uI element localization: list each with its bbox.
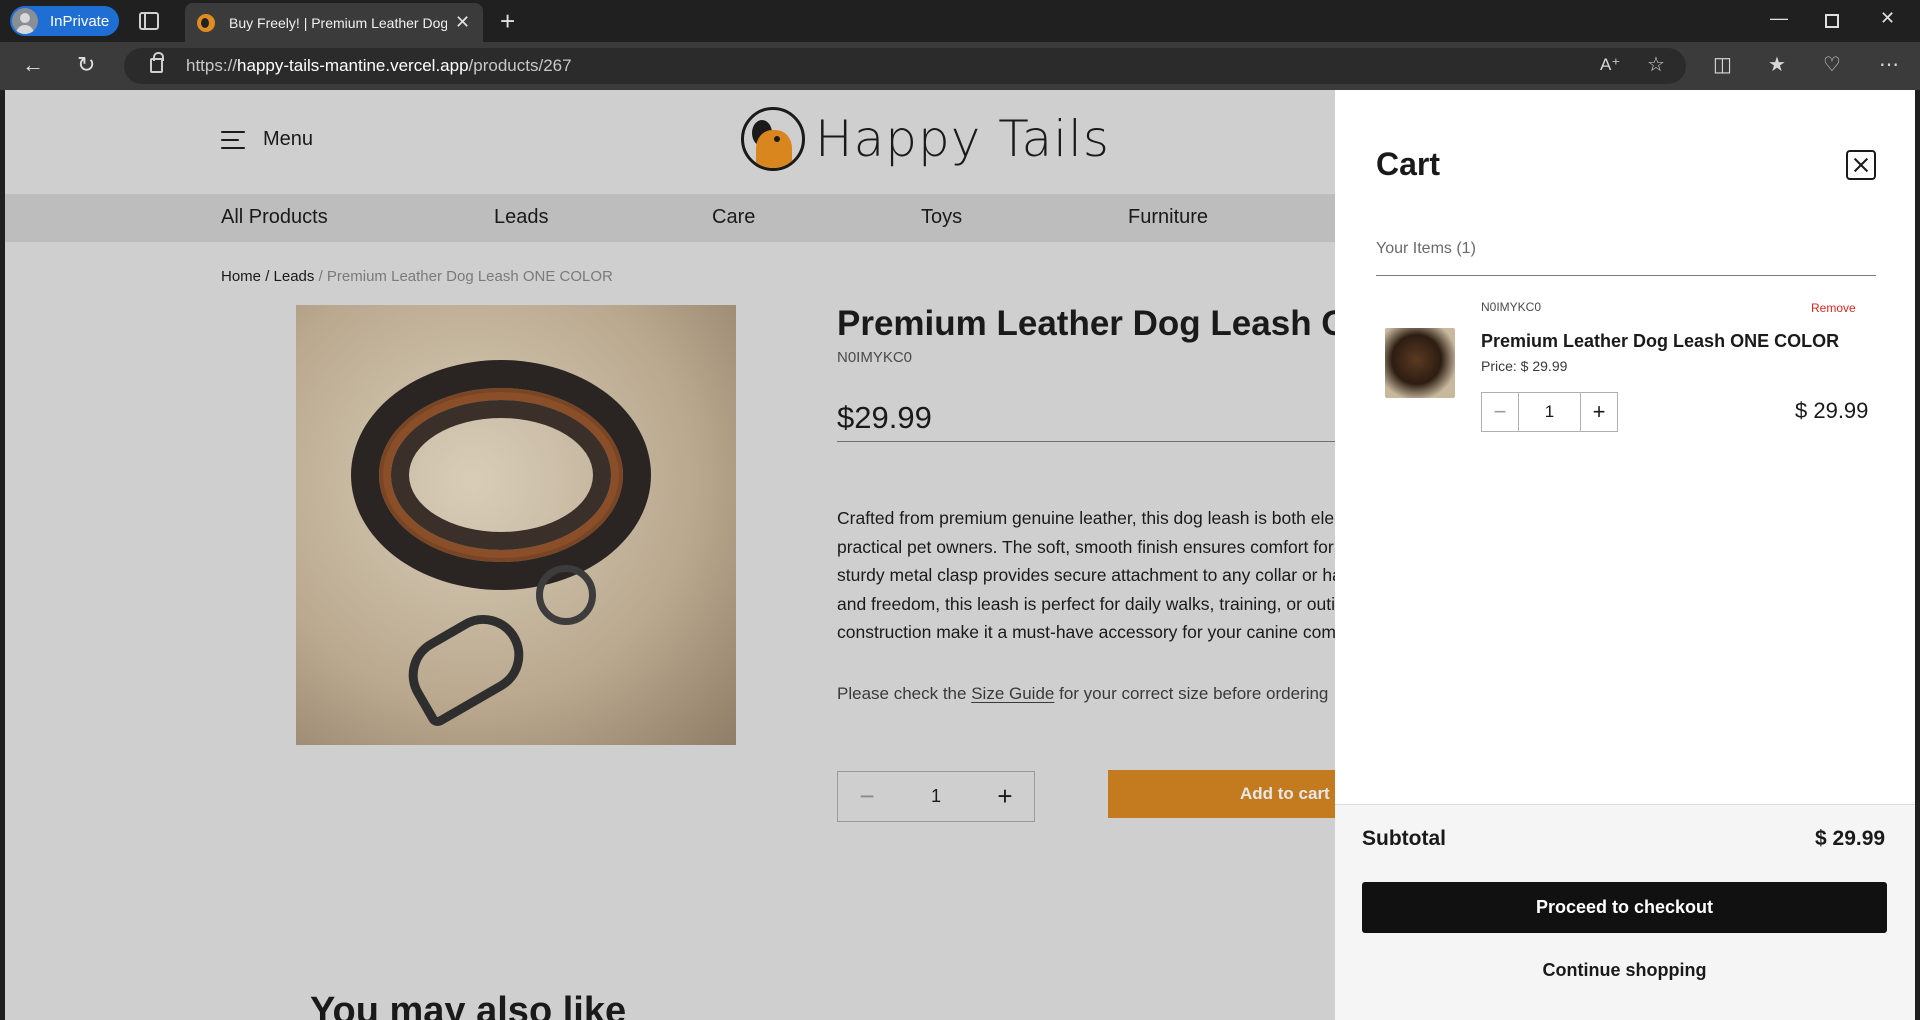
proceed-to-checkout-button[interactable]: Proceed to checkout [1362,882,1887,933]
nav-item-all-products[interactable]: All Products [221,206,328,229]
dog-logo-icon [741,107,805,171]
cart-decrease-button[interactable]: − [1482,393,1519,431]
product-price: $29.99 [837,400,932,435]
menu-button[interactable]: Menu [221,128,313,151]
cart-item-name[interactable]: Premium Leather Dog Leash ONE COLOR [1481,331,1839,352]
product-sku: N0IMYKC0 [837,349,913,366]
description-line: practical pet owners. The soft, smooth f… [837,536,1357,557]
cart-drawer: Cart Your Items (1) N0IMYKC0 Remove Prem… [1335,90,1915,1020]
description-line: sturdy metal clasp provides secure attac… [837,565,1357,585]
cart-item-thumbnail[interactable] [1385,328,1455,398]
nav-item-leads[interactable]: Leads [494,206,549,229]
size-guide-notice: Please check the Size Guide for your cor… [837,684,1328,704]
browser-tab-bar: InPrivate Buy Freely! | Premium Leather … [0,0,1920,42]
size-guide-suffix: for your correct size before ordering [1054,684,1329,703]
cart-quantity-value[interactable]: 1 [1519,393,1580,431]
cart-footer: Subtotal $ 29.99 Proceed to checkout Con… [1335,804,1915,1020]
quantity-value[interactable]: 1 [896,786,976,807]
breadcrumb-separator: / [318,268,323,285]
inprivate-label: InPrivate [50,12,110,30]
read-aloud-icon[interactable]: A​⁺ [1600,55,1620,75]
decrease-quantity-button[interactable]: − [838,781,896,812]
minimize-icon[interactable]: — [1770,8,1788,29]
close-icon[interactable] [1846,150,1876,180]
more-icon[interactable]: ⋯ [1879,52,1899,77]
favorites-icon[interactable]: ★ [1768,52,1786,77]
menu-label: Menu [263,128,314,150]
cart-title: Cart [1376,146,1441,182]
cart-item-total: $ 29.99 [1795,398,1869,423]
quantity-stepper: − 1 + [837,771,1035,822]
inprivate-badge[interactable]: InPrivate [10,6,119,36]
window-close-icon[interactable]: ✕ [1880,8,1895,29]
tab-title: Buy Freely! | Premium Leather Dog Leash … [229,14,447,31]
description-line: and freedom, this leash is perfect for d… [837,593,1357,614]
related-products-heading: You may also like [310,990,627,1020]
restore-icon[interactable] [1825,14,1839,28]
site-favicon-icon [197,13,215,32]
browser-address-bar: ← ↻ https://happy-tails-mantine.vercel.a… [0,42,1920,90]
star-icon[interactable]: ☆ [1647,52,1665,77]
lock-icon [150,52,164,73]
description-line: Crafted from premium genuine leather, th… [837,508,1357,528]
product-image[interactable] [296,305,736,745]
split-screen-icon[interactable]: ◫ [1713,52,1732,77]
size-guide-prefix: Please check the [837,684,972,703]
refresh-icon[interactable]: ↻ [77,52,95,78]
browser-tab-active[interactable]: Buy Freely! | Premium Leather Dog Leash … [185,3,483,42]
breadcrumb-leads[interactable]: Leads [274,268,315,285]
subtotal-label: Subtotal [1362,827,1446,850]
product-description: Crafted from premium genuine leather, th… [837,504,1357,647]
url-host: happy-tails-mantine.vercel.app [237,56,469,75]
description-line: construction make it a must-have accesso… [837,622,1357,642]
cart-item-count: Your Items (1) [1376,240,1476,257]
tab-close-icon[interactable]: ✕ [455,12,470,33]
increase-quantity-button[interactable]: + [976,781,1034,812]
cart-item-sku: N0IMYKC0 [1481,300,1542,314]
logo-text: Happy Tails [815,110,1110,168]
breadcrumb-current: Premium Leather Dog Leash ONE COLOR [326,268,613,285]
back-icon[interactable]: ← [22,52,44,78]
nav-item-care[interactable]: Care [712,206,755,229]
subtotal-value: $ 29.99 [1815,827,1886,850]
profile-avatar-icon [12,8,38,34]
remove-item-button[interactable]: Remove [1811,301,1856,315]
url-field[interactable]: https://happy-tails-mantine.vercel.app/p… [124,48,1686,84]
hamburger-icon [221,130,245,149]
cart-item-price: Price: $ 29.99 [1481,358,1568,374]
new-tab-button[interactable]: + [500,6,515,36]
nav-item-furniture[interactable]: Furniture [1128,206,1208,229]
cart-divider [1376,275,1876,276]
url-path: /products/267 [468,56,572,75]
health-icon[interactable]: ♡ [1823,52,1841,77]
continue-shopping-button[interactable]: Continue shopping [1362,960,1887,981]
site-logo[interactable]: Happy Tails [741,107,1110,171]
cart-increase-button[interactable]: + [1580,393,1617,431]
tab-actions-icon[interactable] [139,12,159,30]
nav-item-toys[interactable]: Toys [921,206,962,229]
price-divider [837,441,1357,442]
cart-item-quantity-stepper: − 1 + [1481,392,1618,432]
breadcrumb-home[interactable]: Home [221,268,261,285]
breadcrumb-separator: / [265,268,270,285]
breadcrumb: Home / Leads / Premium Leather Dog Leash… [221,268,613,285]
add-to-cart-button[interactable]: Add to cart [1108,770,1368,818]
url-prefix: https:// [186,56,238,75]
size-guide-link[interactable]: Size Guide [971,684,1054,703]
